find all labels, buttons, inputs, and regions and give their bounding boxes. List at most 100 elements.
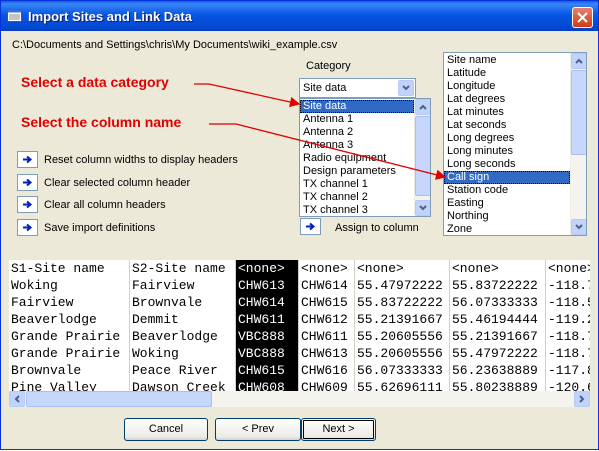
grid-cell[interactable]: 55.20605556 <box>355 345 450 362</box>
data-preview-grid[interactable]: S1-Site name S2-Site name <none> <none> <non… <box>9 260 590 391</box>
grid-cell[interactable]: CHW608 <box>236 379 299 391</box>
grid-cell[interactable]: CHW612 <box>299 311 355 328</box>
reset-widths-button[interactable] <box>17 151 38 168</box>
grid-header-cell[interactable]: <none> <box>546 260 590 277</box>
grid-cell[interactable]: Dawson Creek <box>130 379 236 391</box>
grid-header-cell[interactable]: S2-Site name <box>130 260 236 277</box>
grid-cell[interactable]: Brownvale <box>130 294 236 311</box>
grid-column-divider[interactable] <box>354 260 355 391</box>
list-item[interactable]: Lat degrees <box>444 93 570 106</box>
grid-cell[interactable]: VBC888 <box>236 328 299 345</box>
list-item[interactable]: Antenna 2 <box>300 126 414 139</box>
scroll-thumb[interactable] <box>26 391 212 407</box>
grid-cell[interactable]: -120.6 <box>546 379 590 391</box>
list-item[interactable]: TX channel 2 <box>300 191 414 204</box>
list-item[interactable]: TX channel 1 <box>300 178 414 191</box>
grid-column-divider[interactable] <box>298 260 299 391</box>
list-item[interactable]: Long minutes <box>444 145 570 158</box>
scroll-left-button[interactable] <box>9 391 25 407</box>
grid-cell[interactable]: CHW615 <box>236 362 299 379</box>
save-definitions-button[interactable] <box>17 219 38 236</box>
grid-header-cell[interactable]: <none> <box>450 260 546 277</box>
clear-selected-header-button[interactable] <box>17 174 38 191</box>
scroll-up-button[interactable] <box>415 99 430 115</box>
grid-cell[interactable]: 55.21391667 <box>450 328 546 345</box>
list-item[interactable]: Northing <box>444 210 570 223</box>
list-item[interactable]: Site data <box>300 100 414 113</box>
grid-cell[interactable]: Woking <box>9 277 130 294</box>
grid-column-divider[interactable] <box>235 260 236 391</box>
grid-cell[interactable]: 56.23638889 <box>450 362 546 379</box>
list-item[interactable]: Latitude <box>444 67 570 80</box>
scroll-right-button[interactable] <box>574 391 590 407</box>
grid-cell[interactable]: CHW613 <box>299 345 355 362</box>
grid-cell[interactable]: 55.83722222 <box>355 294 450 311</box>
prev-button[interactable]: < Prev <box>215 418 301 441</box>
grid-cell[interactable]: 55.20605556 <box>355 328 450 345</box>
grid-cell[interactable]: 56.07333333 <box>450 294 546 311</box>
scroll-thumb[interactable] <box>415 116 430 196</box>
scroll-down-button[interactable] <box>571 219 586 235</box>
list-item[interactable]: Antenna 3 <box>300 139 414 152</box>
grid-cell[interactable]: -118.7 <box>546 277 590 294</box>
grid-cell[interactable]: -118.7 <box>546 328 590 345</box>
list-item[interactable]: Radio equipment <box>300 152 414 165</box>
grid-cell[interactable]: -119.2 <box>546 311 590 328</box>
grid-cell[interactable]: Grande Prairie <box>9 345 130 362</box>
grid-header-cell[interactable]: <none> <box>299 260 355 277</box>
grid-column-divider[interactable] <box>545 260 546 391</box>
grid-header-cell[interactable]: S1-Site name <box>9 260 130 277</box>
list-item[interactable]: Longitude <box>444 80 570 93</box>
grid-cell[interactable]: Pine Valley <box>9 379 130 391</box>
grid-cell[interactable]: VBC888 <box>236 345 299 362</box>
grid-column-divider[interactable] <box>129 260 130 391</box>
list-item[interactable]: Long degrees <box>444 132 570 145</box>
grid-cell[interactable]: 55.46194444 <box>450 311 546 328</box>
grid-cell[interactable]: Fairview <box>130 277 236 294</box>
grid-column-divider[interactable] <box>449 260 450 391</box>
next-button[interactable]: Next > <box>301 418 376 441</box>
grid-cell[interactable]: CHW611 <box>299 328 355 345</box>
clear-all-headers-button[interactable] <box>17 196 38 213</box>
list-item[interactable]: Station code <box>444 184 570 197</box>
list-item[interactable]: Lat minutes <box>444 106 570 119</box>
category-combo[interactable]: Site data <box>299 78 416 98</box>
grid-header-cell[interactable]: <none> <box>355 260 450 277</box>
grid-cell[interactable]: CHW613 <box>236 277 299 294</box>
scroll-thumb[interactable] <box>571 70 586 155</box>
title-bar[interactable]: Import Sites and Link Data <box>1 1 598 31</box>
grid-cell[interactable]: 55.62696111 <box>355 379 450 391</box>
list-item[interactable]: Design parameters <box>300 165 414 178</box>
grid-cell[interactable]: CHW614 <box>236 294 299 311</box>
column-name-list[interactable]: Site name Latitude Longitude Lat degrees Lat… <box>443 52 587 236</box>
grid-cell[interactable]: Brownvale <box>9 362 130 379</box>
grid-cell[interactable]: -118.5 <box>546 294 590 311</box>
grid-cell[interactable]: CHW615 <box>299 294 355 311</box>
column-list-scrollbar[interactable] <box>570 53 586 235</box>
list-item[interactable]: Easting <box>444 197 570 210</box>
list-item[interactable]: Zone <box>444 223 570 235</box>
list-item[interactable]: Call sign <box>444 171 570 184</box>
close-button[interactable] <box>572 7 593 28</box>
grid-cell[interactable]: Beaverlodge <box>9 311 130 328</box>
grid-cell[interactable]: Demmit <box>130 311 236 328</box>
grid-cell[interactable]: 55.83722222 <box>450 277 546 294</box>
list-item[interactable]: TX channel 3 <box>300 204 414 216</box>
scroll-down-button[interactable] <box>415 200 430 216</box>
grid-header-cell[interactable]: <none> <box>236 260 299 277</box>
grid-cell[interactable]: -117.8 <box>546 362 590 379</box>
grid-cell[interactable]: 56.07333333 <box>355 362 450 379</box>
scroll-up-button[interactable] <box>571 53 586 69</box>
grid-cell[interactable]: 55.80238889 <box>450 379 546 391</box>
list-item[interactable]: Antenna 1 <box>300 113 414 126</box>
grid-cell[interactable]: 55.21391667 <box>355 311 450 328</box>
grid-cell[interactable]: -118.7 <box>546 345 590 362</box>
cancel-button[interactable]: Cancel <box>124 418 208 441</box>
combo-dropdown-button[interactable] <box>398 80 414 96</box>
grid-horizontal-scrollbar[interactable] <box>9 391 590 407</box>
assign-column-button[interactable] <box>300 218 321 235</box>
category-list-scrollbar[interactable] <box>414 99 430 216</box>
grid-cell[interactable]: 55.47972222 <box>450 345 546 362</box>
grid-cell[interactable]: Beaverlodge <box>130 328 236 345</box>
grid-cell[interactable]: CHW614 <box>299 277 355 294</box>
